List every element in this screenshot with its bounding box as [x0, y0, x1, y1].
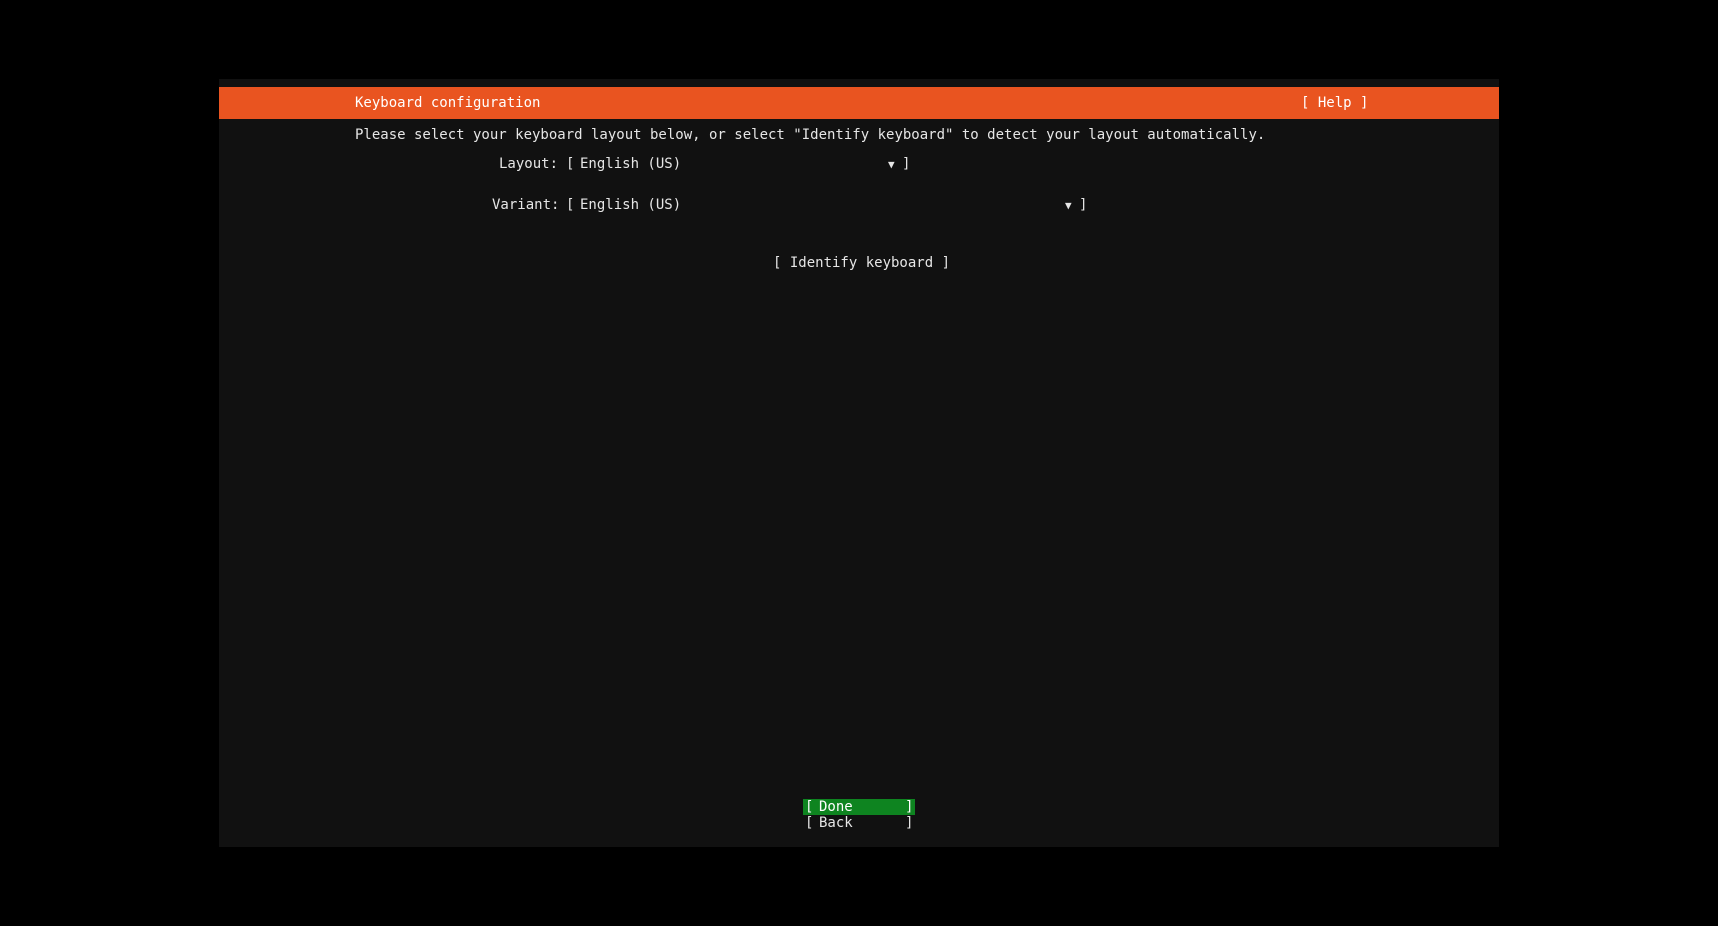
header-bar: Keyboard configuration [ Help ] — [219, 87, 1499, 119]
layout-select[interactable]: [ English (US) ▼ ] — [566, 156, 911, 172]
installer-screen: Keyboard configuration [ Help ] Please s… — [219, 79, 1499, 847]
button-close-bracket: ] — [905, 815, 914, 831]
page-title: Keyboard configuration — [355, 95, 541, 111]
instruction-text: Please select your keyboard layout below… — [355, 127, 1266, 143]
select-close-bracket: ] — [902, 156, 911, 172]
variant-select-value: English (US) — [580, 197, 682, 213]
identify-keyboard-button[interactable]: [ Identify keyboard ] — [773, 255, 950, 271]
back-button-label: Back — [819, 815, 853, 831]
layout-select-value: English (US) — [580, 156, 682, 172]
select-close-bracket: ] — [1079, 197, 1088, 213]
variant-label: Variant: — [492, 197, 560, 213]
select-open-bracket: [ — [566, 156, 575, 172]
done-button[interactable]: [ Done ] — [803, 799, 915, 815]
help-button[interactable]: [ Help ] — [1301, 95, 1368, 111]
button-open-bracket: [ — [805, 815, 814, 831]
chevron-down-icon: ▼ — [888, 158, 895, 171]
layout-label: Layout: — [499, 156, 559, 172]
variant-select[interactable]: [ English (US) ▼ ] — [566, 197, 1088, 213]
done-button-label: Done — [819, 799, 853, 815]
back-button[interactable]: [ Back ] — [803, 815, 915, 831]
select-open-bracket: [ — [566, 197, 575, 213]
button-close-bracket: ] — [905, 799, 914, 815]
button-open-bracket: [ — [805, 799, 814, 815]
chevron-down-icon: ▼ — [1065, 199, 1072, 212]
